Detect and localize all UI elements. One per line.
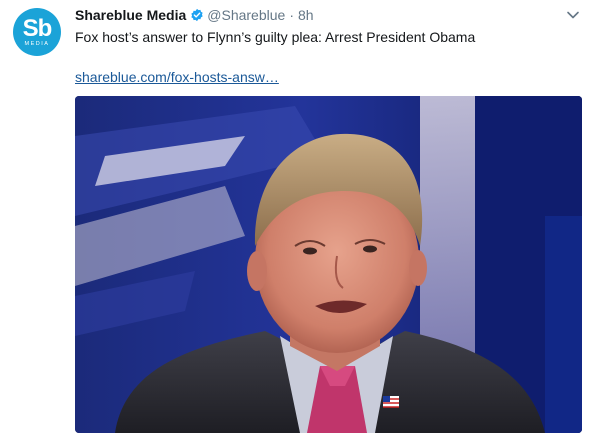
news-host-photo [75,96,582,433]
avatar-subtext: MEDIA [24,40,50,47]
header-separator: · [289,7,294,23]
author-name[interactable]: Shareblue Media [75,6,186,24]
tweet-media-image[interactable] [75,96,582,433]
tweet-timestamp[interactable]: 8h [298,6,314,24]
avatar-monogram: Sb [22,14,53,42]
avatar[interactable]: Sb MEDIA [13,8,61,56]
verified-badge-icon [191,8,203,22]
tweet-header: Shareblue Media @Shareblue · 8h [75,6,314,24]
author-handle[interactable]: @Shareblue [207,6,285,24]
article-link[interactable]: shareblue.com/fox-hosts-answ… [75,68,279,86]
tweet[interactable]: Sb MEDIA Shareblue Media @Shareblue · 8h… [0,0,597,446]
chevron-down-icon[interactable] [566,8,580,22]
tweet-text: Fox host’s answer to Flynn’s guilty plea… [75,29,476,45]
